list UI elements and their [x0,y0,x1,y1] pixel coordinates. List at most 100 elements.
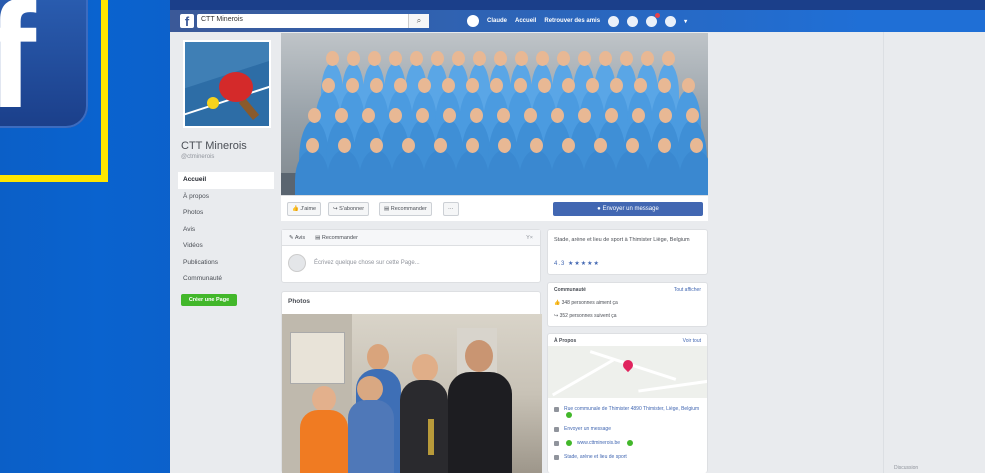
featured-photo[interactable] [282,314,542,473]
team-member-head [472,51,486,66]
team-member-head [513,78,527,93]
ball-icon [207,97,219,109]
facebook-home-icon[interactable]: f [180,14,194,29]
team-member-head [334,108,348,123]
messages-icon[interactable] [627,15,639,27]
menu-item-accueil[interactable]: Accueil [178,172,274,189]
nav-find-friends-link[interactable]: Retrouver des amis [544,18,600,24]
page-handle[interactable]: @ctminerois [181,154,214,160]
more-button[interactable]: ··· [443,202,459,216]
team-member-head [441,78,455,93]
message-line: Envoyer un message [554,426,611,432]
composer-avatar [288,254,306,272]
team-member-head [657,78,671,93]
nav-home-link[interactable]: Accueil [515,18,536,24]
rating-stars[interactable]: 4.3 ★★★★★ [554,260,600,267]
page-title[interactable]: CTT Minerois [181,140,247,152]
team-member-head [442,108,456,123]
team-member-head [433,138,447,153]
recommend-button[interactable]: ▤ Recommander [379,202,432,216]
team-member-head [415,108,429,123]
help-icon[interactable] [665,15,677,27]
team-member-head [604,108,618,123]
like-label: J'aime [300,206,317,212]
photos-card: Photos [281,291,542,473]
info-send-message-link[interactable]: Envoyer un message [564,426,611,432]
page-action-bar: 👍 J'aime ↪ S'abonner ▤ Recommander ··· ●… [281,195,708,221]
team-member-head [633,78,647,93]
composer-header: ✎ Avis ▤ Recommander Y× [282,230,540,246]
team-member-head [689,138,703,153]
team-member-head [321,78,335,93]
create-page-button[interactable]: Créer une Page [181,294,237,306]
follow-label: S'abonner [339,206,365,212]
team-member-head [657,138,671,153]
menu-item-videos[interactable]: Vidéos [178,238,274,255]
website-link[interactable]: www.cttminerois.be [577,440,620,446]
team-member-head [685,108,699,123]
website-line: www.cttminerois.be [554,440,634,446]
user-avatar[interactable] [467,15,479,27]
messenger-icon: ● [597,206,601,212]
category-link[interactable]: Stade, arène et lieu de sport [564,454,627,460]
team-member-head [561,78,575,93]
like-button[interactable]: 👍 J'aime [287,202,322,216]
follow-button[interactable]: ↪ S'abonner [328,202,370,216]
community-title: Communauté [554,287,586,293]
team-member-head [451,51,465,66]
send-message-button[interactable]: ● Envoyer un message [553,202,703,216]
nav-user-link[interactable]: Claude [487,18,507,24]
map-road [551,358,615,397]
photos-card-title[interactable]: Photos [288,298,310,305]
community-see-all-link[interactable]: Tout afficher [674,287,701,293]
recommend-icon: ▤ [384,206,390,212]
search-button[interactable]: ⌕ [408,14,429,28]
composer-tab-recommend[interactable]: ▤ Recommander [315,235,358,241]
team-member-head [529,138,543,153]
composer-input[interactable]: Écrivez quelque chose sur cette Page... [314,260,420,266]
team-member-head [593,138,607,153]
magnifier-icon: ⌕ [416,16,422,25]
highlight-frame [0,0,108,182]
nav-right-group: Claude Accueil Retrouver des amis ▾ [467,12,687,28]
team-member-head [681,78,695,93]
menu-item-communaute[interactable]: Communauté [178,271,274,288]
send-message-label: Envoyer un message [602,206,659,212]
team-member-head [401,138,415,153]
about-summary-card: Stade, arène et lieu de sport à Thimiste… [547,229,708,275]
thumbs-up-icon: 👍 [554,300,561,306]
team-member-head [619,51,633,66]
community-card: Communauté Tout afficher 👍 348 personnes… [547,282,708,327]
map-road [638,378,707,393]
location-map[interactable] [548,346,707,398]
menu-item-publications[interactable]: Publications [178,255,274,272]
account-menu-icon[interactable]: ▾ [684,18,687,25]
info-card: À Propos Voir tout Rue communale de Thim… [547,333,708,473]
globe-icon [554,441,559,446]
address-line: Rue communale de Thimister 4890 Thimiste… [554,406,707,418]
team-member-head [345,78,359,93]
composer-close-icon[interactable]: Y× [526,235,533,241]
notifications-icon[interactable] [646,12,661,27]
paddle-icon [219,72,253,102]
location-icon [554,407,559,412]
address-text[interactable]: Rue communale de Thimister 4890 Thimiste… [564,406,707,418]
team-member-head [661,51,675,66]
team-member-head [307,108,321,123]
info-see-all-link[interactable]: Voir tout [683,338,701,344]
photo-person [348,400,394,473]
team-member-head [369,78,383,93]
team-member-head [417,78,431,93]
search-input[interactable]: CTT Minerois [197,14,429,28]
menu-item-photos[interactable]: Photos [178,205,274,222]
team-member-head [550,108,564,123]
page-profile-picture[interactable] [183,40,271,128]
photo-frame [290,332,345,384]
friend-requests-icon[interactable] [608,15,620,27]
screen: f f CTT Minerois ⌕ Claude Accueil Retrou… [0,0,985,473]
chat-bar[interactable]: Discussion [888,462,985,473]
menu-item-avis[interactable]: Avis [178,222,274,239]
composer-tab-post[interactable]: ✎ Avis [289,235,305,241]
menu-item-a-propos[interactable]: À propos [178,189,274,206]
cover-photo[interactable] [281,33,708,195]
